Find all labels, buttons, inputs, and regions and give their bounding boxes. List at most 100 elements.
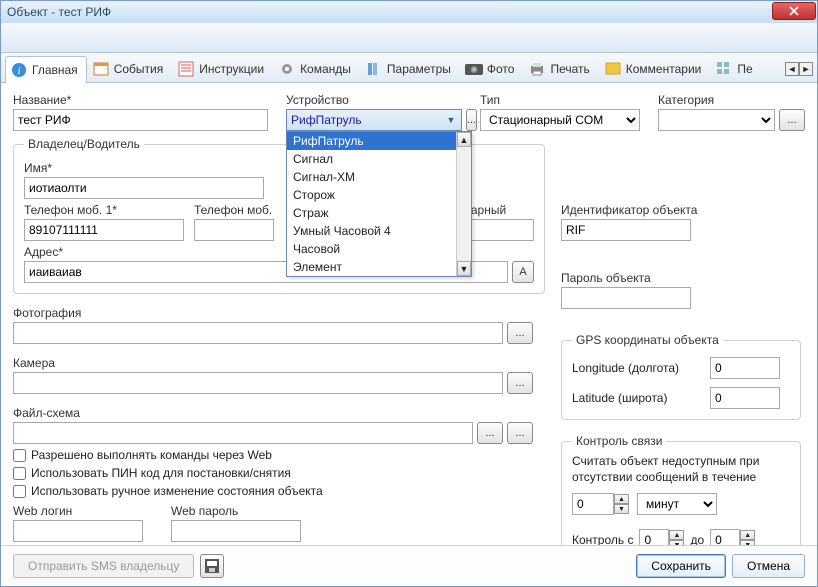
tabs-scroll-right[interactable]: ► [799,62,813,76]
chk-pin-label: Использовать ПИН код для постановки/снят… [31,466,291,480]
save-button[interactable]: Сохранить [636,554,726,578]
tab-main[interactable]: i Главная [5,56,87,83]
web-login-input[interactable] [13,520,143,542]
device-option[interactable]: Страж [287,204,471,222]
label-category: Категория [658,93,805,107]
obj-pass-input[interactable] [561,287,691,309]
obj-id-input[interactable] [561,219,691,241]
photo-input[interactable] [13,322,503,344]
link-group-label: Контроль связи [572,434,666,448]
name-input[interactable] [13,109,268,131]
owner-name-input[interactable] [24,177,264,199]
gear-icon [278,60,296,78]
link-unit-select[interactable]: минут [637,493,717,515]
label-web-pass: Web пароль [171,504,301,518]
tab-label: Инструкции [199,62,264,76]
category-browse-button[interactable]: ... [779,109,805,131]
web-pass-input[interactable] [171,520,301,542]
device-option[interactable]: Сигнал-ХМ [287,168,471,186]
device-option[interactable]: Сигнал [287,150,471,168]
send-sms-button[interactable]: Отправить SMS владельцу [13,554,194,578]
chk-manual[interactable] [13,485,26,498]
device-dropdown[interactable]: РифПатруль ▼ [286,109,462,131]
device-option[interactable]: Умный Часовой 4 [287,222,471,240]
type-select[interactable]: Стационарный COM [480,109,640,131]
camera-icon [465,60,483,78]
chk-manual-label: Использовать ручное изменение состояния … [31,484,323,498]
lat-input[interactable] [710,387,780,409]
window-title: Объект - тест РИФ [7,5,811,19]
grid-icon [715,60,733,78]
spin-down[interactable]: ▼ [669,540,684,545]
tab-label: Фото [487,62,515,76]
device-option[interactable]: Часовой [287,240,471,258]
tab-instructions[interactable]: Инструкции [172,55,273,82]
chk-pin[interactable] [13,467,26,480]
file-scheme-extra-button[interactable]: ... [507,422,533,444]
cancel-button[interactable]: Отмена [732,554,805,578]
spin-up[interactable]: ▲ [740,530,755,540]
label-lon: Longitude (долгота) [572,361,692,375]
tab-label: Команды [300,62,351,76]
device-option[interactable]: Сторож [287,186,471,204]
tab-more[interactable]: Пе [710,55,761,82]
tab-photo[interactable]: Фото [460,55,524,82]
label-obj-id: Идентификатор объекта [561,203,801,217]
scroll-up[interactable]: ▲ [457,132,471,147]
tab-params[interactable]: Параметры [360,55,460,82]
ctrl-from-input[interactable] [639,529,669,545]
label-camera: Камера [13,356,533,370]
file-scheme-browse-button[interactable]: ... [477,422,503,444]
device-browse-button[interactable]: ... [466,109,477,131]
device-dropdown-list[interactable]: РифПатруль Сигнал Сигнал-ХМ Сторож Страж… [286,131,472,277]
photo-browse-button[interactable]: ... [507,322,533,344]
owner-group-label: Владелец/Водитель [24,137,144,151]
label-phone1: Телефон моб. 1* [24,203,184,217]
save-disk-button[interactable] [200,554,224,578]
device-option[interactable]: Элемент [287,258,471,276]
chk-web[interactable] [13,449,26,462]
spin-down[interactable]: ▼ [740,540,755,545]
chevron-down-icon: ▼ [443,111,459,129]
camera-browse-button[interactable]: ... [507,372,533,394]
toolbar-area [1,23,817,53]
tabs: i Главная События Инструкции Команды Пар… [1,53,817,83]
tab-events[interactable]: События [87,55,173,82]
titlebar: Объект - тест РИФ [1,1,817,23]
printer-icon [528,60,546,78]
calendar-icon [92,60,110,78]
spin-down[interactable]: ▼ [614,504,629,514]
label-obj-pass: Пароль объекта [561,271,801,285]
ctrl-to-input[interactable] [710,529,740,545]
label-ctrl-to: до [690,533,704,545]
note-icon [604,60,622,78]
disk-icon [205,559,219,573]
spin-up[interactable]: ▲ [669,530,684,540]
tab-label: Пе [737,62,752,76]
label-photo: Фотография [13,306,533,320]
tab-print[interactable]: Печать [523,55,598,82]
tab-label: Параметры [387,62,451,76]
link-value-input[interactable] [572,493,614,515]
tab-comments[interactable]: Комментарии [599,55,711,82]
close-button[interactable] [772,2,816,20]
list-icon [177,60,195,78]
camera-input[interactable] [13,372,503,394]
category-select[interactable] [658,109,775,131]
link-text: Считать объект недоступным при отсутстви… [572,454,790,485]
label-phone2: Телефон моб. [194,203,274,217]
lon-input[interactable] [710,357,780,379]
device-option[interactable]: РифПатруль [287,132,471,150]
label-type: Тип [480,93,640,107]
close-icon [789,6,799,16]
dropdown-scrollbar[interactable]: ▲ ▼ [456,132,471,276]
scroll-down[interactable]: ▼ [457,261,471,276]
tab-commands[interactable]: Команды [273,55,360,82]
phone2-input[interactable] [194,219,274,241]
tab-label: Печать [550,62,589,76]
tabs-scroll-left[interactable]: ◄ [785,62,799,76]
phone1-input[interactable] [24,219,184,241]
file-scheme-input[interactable] [13,422,473,444]
address-a-button[interactable]: А [512,261,534,283]
spin-up[interactable]: ▲ [614,494,629,504]
